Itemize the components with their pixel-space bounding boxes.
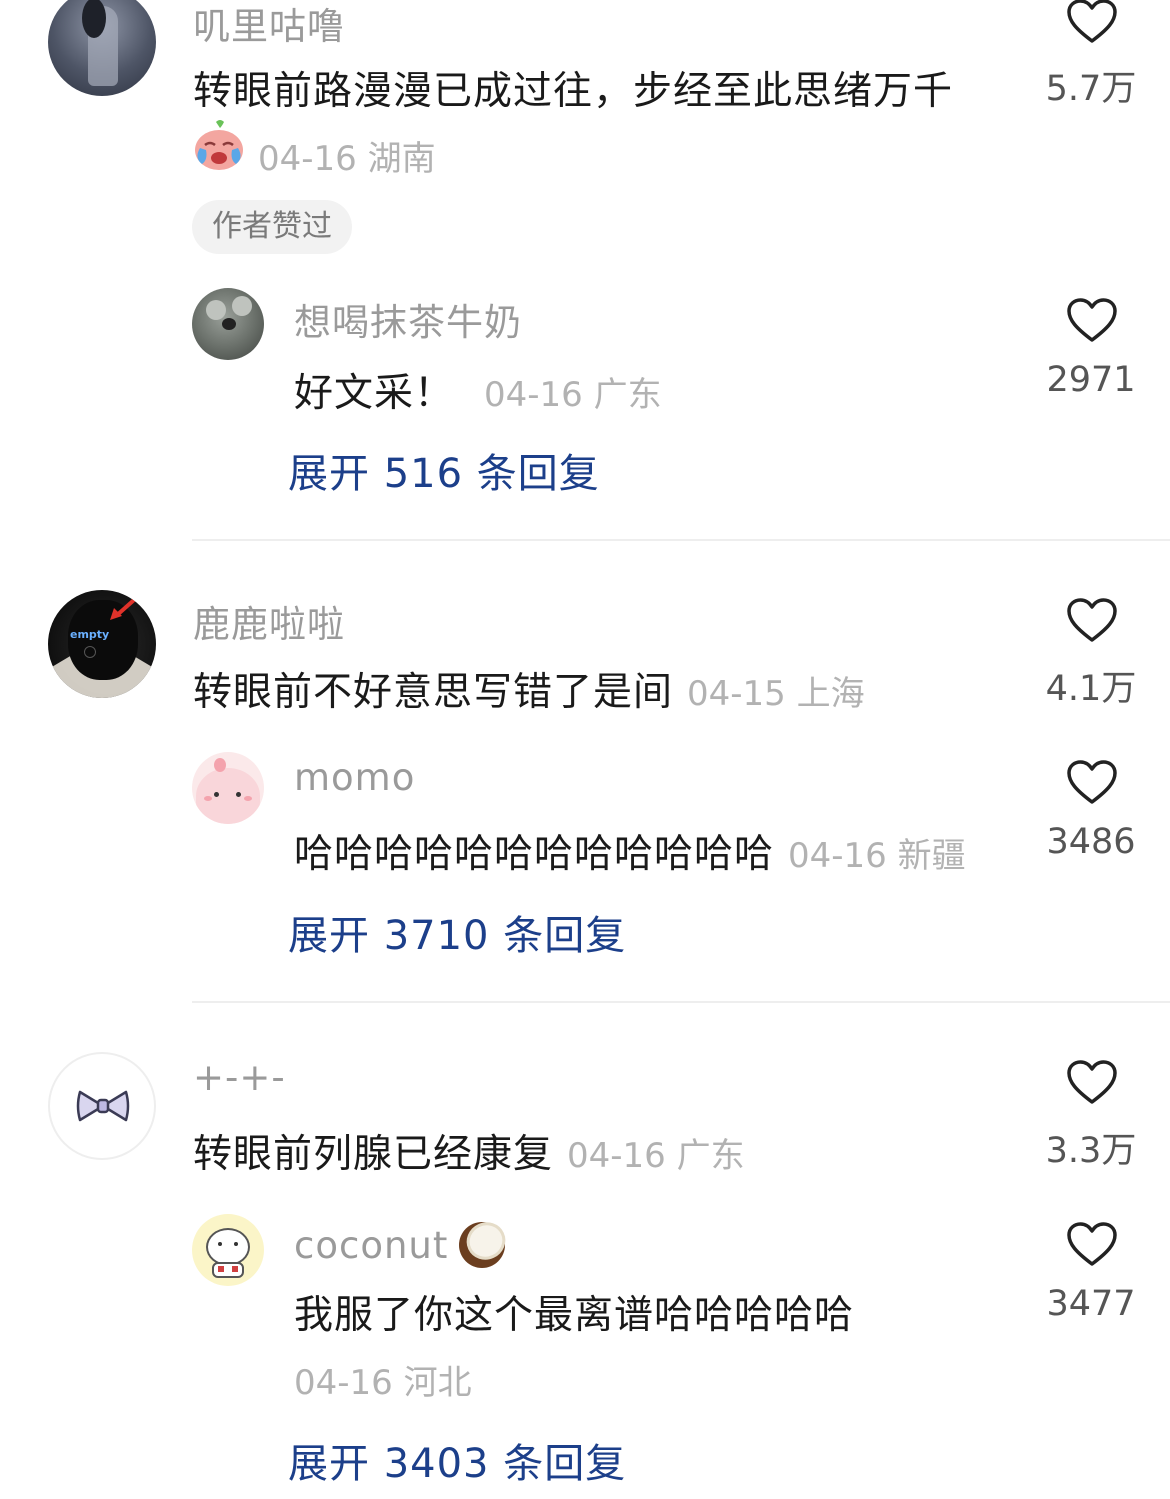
heart-outline-icon[interactable]: [1066, 1059, 1118, 1105]
heart-outline-icon[interactable]: [1066, 0, 1118, 44]
avatar[interactable]: empty: [48, 590, 156, 698]
reply-text: 哈哈哈哈哈哈哈哈哈哈哈哈: [294, 832, 775, 877]
comment-text-line: 转眼前列腺已经康复 04-16 广东: [193, 1123, 745, 1179]
like-count: 2971: [1046, 360, 1136, 400]
comment-text: 转眼前不好意思写错了是间: [193, 670, 674, 715]
author-liked-badge: 作者赞过: [192, 200, 352, 254]
reply-text: 好文采！: [294, 371, 455, 416]
avatar[interactable]: [192, 1214, 264, 1286]
avatar[interactable]: [192, 288, 264, 360]
reply-text-line: 哈哈哈哈哈哈哈哈哈哈哈哈 04-16 新疆: [294, 823, 966, 879]
comment-meta: 04-15 上海: [687, 674, 865, 714]
arrow-icon: [110, 598, 136, 620]
reply-meta: 04-16 河北: [294, 1363, 472, 1403]
comment-username[interactable]: +-+-: [193, 1056, 286, 1099]
like-count: 5.7万: [1045, 69, 1137, 109]
comment-text: 转眼前路漫漫已成过往，步经至此思绪万千: [193, 69, 954, 114]
like-count: 3486: [1046, 822, 1136, 862]
comment-meta: 04-16 广东: [567, 1136, 745, 1176]
crying-emoji-icon: [192, 118, 246, 176]
avatar[interactable]: [192, 752, 264, 824]
reply-username-line: coconut: [294, 1218, 509, 1268]
reply-text: 我服了你这个最离谱哈哈哈哈哈: [294, 1293, 855, 1338]
comment-text-line: 转眼前不好意思写错了是间 04-15 上海: [193, 661, 865, 717]
reply-meta: 04-16 广东: [484, 375, 662, 415]
comment-username[interactable]: 鹿鹿啦啦: [193, 594, 345, 648]
reply-username[interactable]: momo: [294, 756, 415, 799]
reply-username[interactable]: coconut: [294, 1224, 448, 1267]
reply-meta: 04-16 新疆: [788, 836, 966, 876]
heart-outline-icon[interactable]: [1066, 597, 1118, 643]
coconut-emoji-icon: [459, 1222, 506, 1268]
like-count: 3477: [1046, 1284, 1136, 1324]
expand-replies-link[interactable]: 展开 516 条回复: [288, 441, 600, 499]
comment-text: 转眼前列腺已经康复: [193, 1132, 554, 1177]
divider: [192, 539, 1170, 541]
avatar[interactable]: [48, 0, 156, 96]
comment-meta: 04-16 湖南: [258, 139, 436, 179]
divider: [192, 1001, 1170, 1003]
bow-icon: [76, 1090, 130, 1122]
reply-text-line: 好文采！ 04-16 广东: [294, 362, 662, 418]
heart-outline-icon[interactable]: [1066, 759, 1118, 805]
comment-username[interactable]: 叽里咕噜: [193, 0, 345, 50]
heart-outline-icon[interactable]: [1066, 1221, 1118, 1267]
like-count: 3.3万: [1045, 1131, 1137, 1171]
avatar[interactable]: [48, 1052, 156, 1160]
heart-outline-icon[interactable]: [1066, 297, 1118, 343]
avatar-label: empty: [70, 628, 110, 641]
reply-username[interactable]: 想喝抹茶牛奶: [294, 292, 522, 346]
expand-replies-link[interactable]: 展开 3710 条回复: [288, 903, 626, 961]
expand-replies-link[interactable]: 展开 3403 条回复: [288, 1431, 626, 1489]
like-count: 4.1万: [1045, 669, 1137, 709]
